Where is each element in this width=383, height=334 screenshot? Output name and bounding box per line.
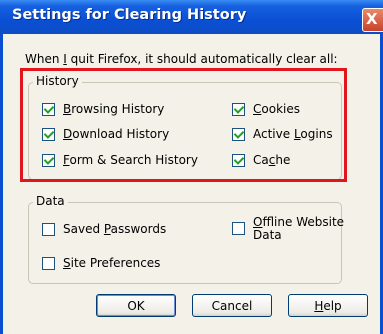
checkbox-box[interactable] [42, 256, 55, 270]
help-button[interactable]: Help [288, 294, 368, 317]
title-bar[interactable]: Settings for Clearing History X [0, 0, 383, 34]
checkbox-label: Saved Passwords [63, 222, 167, 236]
clear-prompt: When I quit Firefox, it should automatic… [25, 52, 338, 66]
offline-website-data-checkbox[interactable]: Offline Website Data [232, 216, 344, 242]
window-title: Settings for Clearing History [12, 7, 247, 23]
checkbox-box[interactable] [42, 222, 55, 236]
checkbox-label: Site Preferences [63, 256, 161, 270]
ok-button[interactable]: OK [96, 294, 176, 317]
checkbox-label: Offline Website Data [253, 215, 345, 242]
saved-passwords-checkbox[interactable]: Saved Passwords [42, 222, 166, 236]
data-group-label: Data [33, 194, 68, 208]
site-preferences-checkbox[interactable]: Site Preferences [42, 256, 160, 270]
checkbox-box[interactable] [232, 222, 245, 235]
window-frame-left [0, 34, 3, 334]
cancel-button[interactable]: Cancel [192, 294, 272, 317]
highlight-annotation-box [20, 68, 347, 182]
close-icon: X [366, 10, 378, 28]
close-button[interactable]: X [362, 8, 383, 32]
